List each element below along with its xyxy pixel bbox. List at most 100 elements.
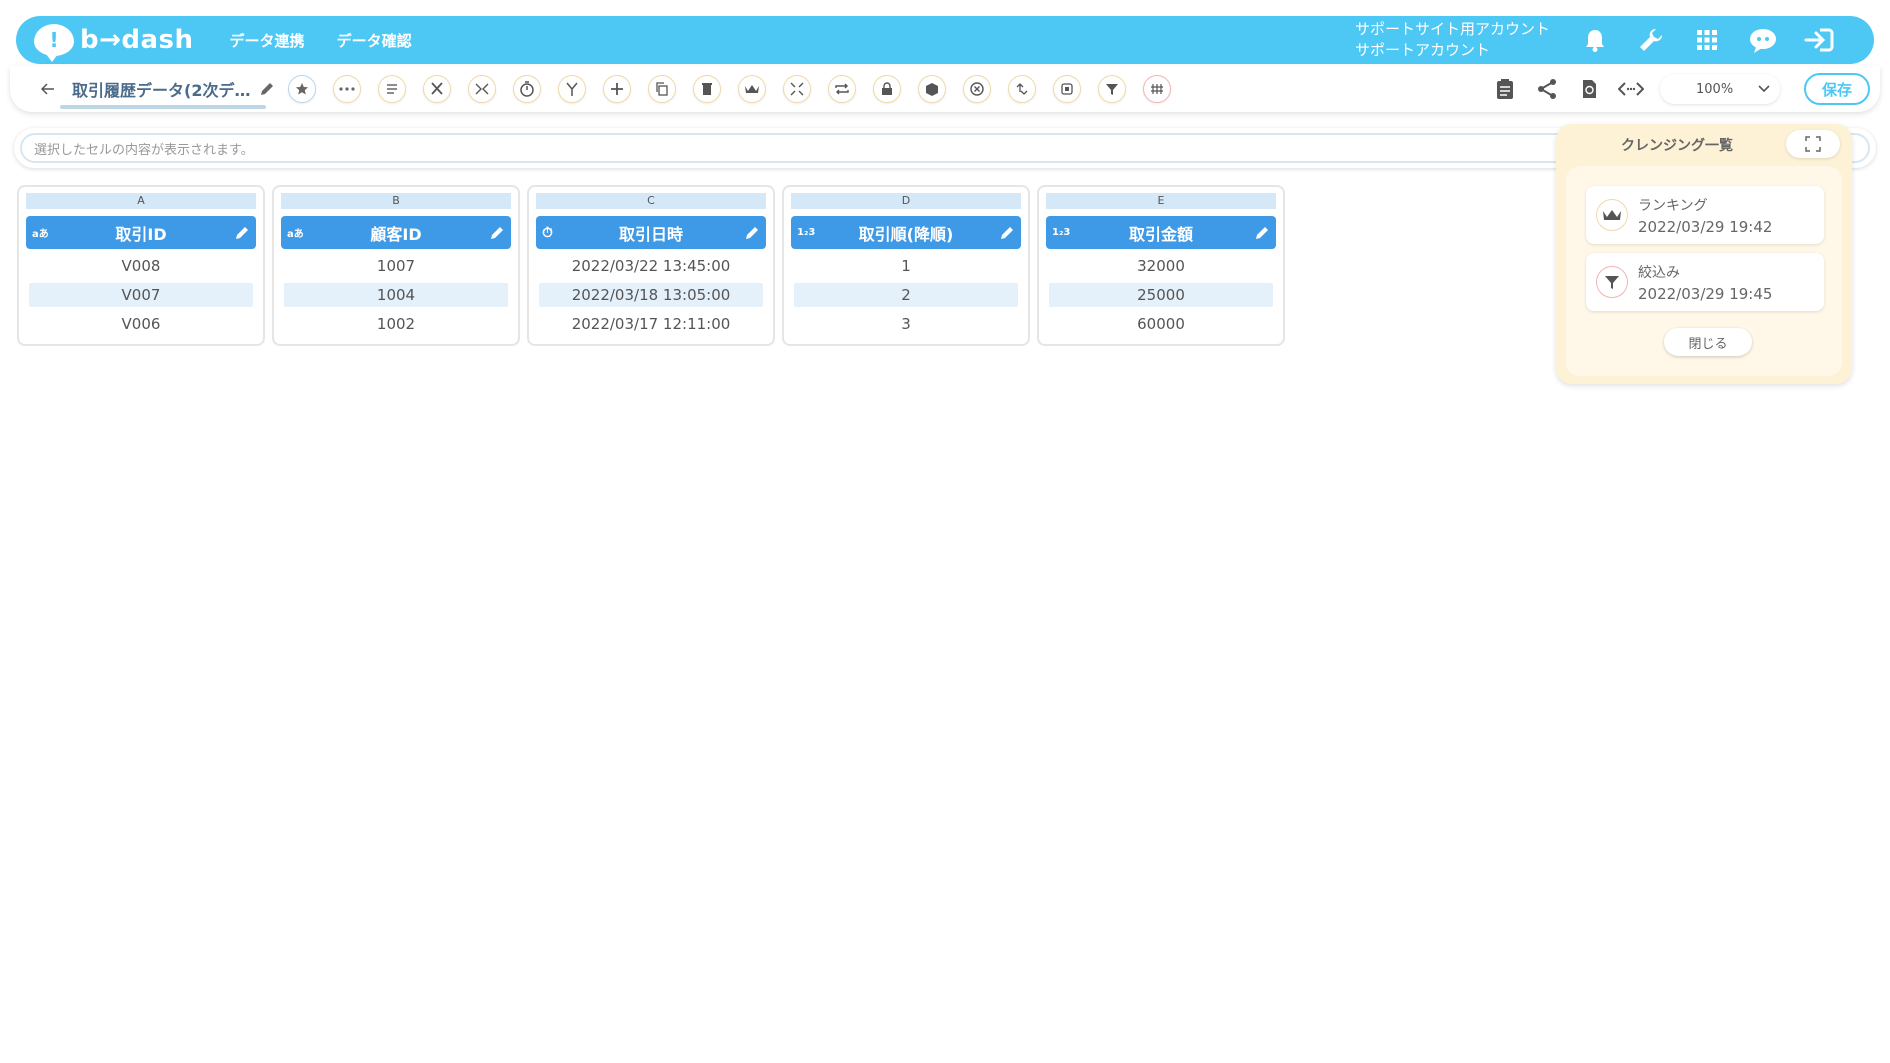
split-icon[interactable]: [558, 75, 587, 103]
box-icon[interactable]: [918, 75, 947, 103]
column-b: B aあ 顧客ID 1007 1004 1002: [272, 185, 520, 346]
column-name: 取引日時: [618, 224, 683, 244]
table-cell[interactable]: 1007: [281, 254, 511, 278]
x-circle-icon[interactable]: [963, 75, 992, 103]
zoom-select[interactable]: 100%: [1660, 74, 1780, 104]
cleansing-item-ranking[interactable]: ランキング 2022/03/29 19:42: [1586, 186, 1824, 244]
table-cell[interactable]: V006: [26, 312, 256, 336]
column-header[interactable]: aあ 取引ID: [26, 216, 256, 249]
nav-data-check[interactable]: データ確認: [337, 30, 412, 51]
data-columns: A aあ 取引ID V008 V007 V006 B aあ 顧客ID 1007 …: [17, 185, 1285, 346]
filter-icon: [1596, 266, 1628, 298]
column-name: 取引順(降順): [858, 224, 954, 244]
table-cell[interactable]: 3: [791, 312, 1021, 336]
column-header[interactable]: 1₂3 取引金額: [1046, 216, 1276, 249]
star-icon[interactable]: [288, 75, 317, 103]
column-e: E 1₂3 取引金額 32000 25000 60000: [1037, 185, 1285, 346]
cleansing-item-time: 2022/03/29 19:45: [1638, 284, 1773, 303]
pattern-icon[interactable]: [1143, 75, 1172, 103]
table-cell[interactable]: 32000: [1046, 254, 1276, 278]
column-letter[interactable]: C: [536, 193, 766, 209]
save-button[interactable]: 保存: [1804, 73, 1870, 105]
table-cell[interactable]: 2022/03/22 13:45:00: [536, 254, 766, 278]
scissors-icon[interactable]: [423, 75, 452, 103]
table-cell[interactable]: V007: [29, 283, 253, 307]
table-cell[interactable]: 60000: [1046, 312, 1276, 336]
lines-icon[interactable]: [378, 75, 407, 103]
column-name: 取引ID: [115, 224, 167, 244]
expand-icon: [1805, 136, 1821, 152]
column-c: C ⏱ 取引日時 2022/03/22 13:45:00 2022/03/18 …: [527, 185, 775, 346]
crown-icon[interactable]: [738, 75, 767, 103]
chat-icon[interactable]: [1748, 25, 1778, 55]
logo-text: b→dash: [80, 25, 194, 55]
plus-icon[interactable]: [603, 75, 632, 103]
cleansing-item-filter[interactable]: 絞込み 2022/03/29 19:45: [1586, 253, 1824, 311]
table-cell[interactable]: 1: [791, 254, 1021, 278]
column-name: 顧客ID: [370, 224, 422, 244]
cleansing-item-name: 絞込み: [1638, 264, 1680, 281]
toolbar: 取引履歴データ(2次デ… 100% 保存: [10, 66, 1880, 112]
repeat-icon[interactable]: [828, 75, 857, 103]
right-tools: 100% 保存: [1492, 73, 1870, 105]
logo[interactable]: ! b→dash: [34, 24, 194, 62]
toolbar-tools: [288, 75, 1172, 103]
table-cell[interactable]: 1004: [284, 283, 508, 307]
frame-icon[interactable]: [1053, 75, 1082, 103]
cleansing-item-time: 2022/03/29 19:42: [1638, 217, 1773, 236]
close-button[interactable]: 閉じる: [1664, 328, 1752, 356]
expand-button[interactable]: [1786, 130, 1840, 158]
sheet-title-wrap[interactable]: 取引履歴データ(2次デ…: [60, 77, 276, 109]
code-icon[interactable]: [1618, 76, 1644, 102]
table-cell[interactable]: 2022/03/17 12:11:00: [536, 312, 766, 336]
title-underline: [60, 105, 266, 109]
nav-data-integration[interactable]: データ連携: [230, 30, 305, 51]
copy-icon[interactable]: [648, 75, 677, 103]
back-arrow-icon[interactable]: [38, 79, 58, 99]
account-name: サポートサイト用アカウント: [1354, 20, 1550, 38]
grid-icon[interactable]: [1692, 25, 1722, 55]
replace-icon[interactable]: [1008, 75, 1037, 103]
card-text: 絞込み 2022/03/29 19:45: [1638, 262, 1772, 303]
table-cell[interactable]: 1002: [281, 312, 511, 336]
column-header[interactable]: aあ 顧客ID: [281, 216, 511, 249]
column-letter[interactable]: A: [26, 193, 256, 209]
share-icon[interactable]: [1534, 76, 1560, 102]
account-info[interactable]: サポートサイト用アカウント サポートアカウント: [1355, 19, 1550, 61]
top-header: ! b→dash データ連携 データ確認 サポートサイト用アカウント サポートア…: [16, 16, 1874, 64]
column-header[interactable]: ⏱ 取引日時: [536, 216, 766, 249]
main-nav: データ連携 データ確認: [230, 30, 412, 51]
cleansing-item-name: ランキング: [1638, 197, 1708, 214]
table-cell[interactable]: 2: [794, 283, 1018, 307]
clipboard-icon[interactable]: [1492, 76, 1518, 102]
zoom-value: 100%: [1696, 81, 1734, 97]
logo-bubble-icon: !: [34, 24, 74, 62]
bell-icon[interactable]: [1580, 25, 1610, 55]
table-cell[interactable]: V008: [26, 254, 256, 278]
shrink-icon[interactable]: [783, 75, 812, 103]
trash-icon[interactable]: [693, 75, 722, 103]
column-letter[interactable]: B: [281, 193, 511, 209]
column-name: 取引金額: [1128, 224, 1193, 244]
column-letter[interactable]: D: [791, 193, 1021, 209]
crown-icon: [1596, 199, 1628, 231]
table-cell[interactable]: 25000: [1049, 283, 1273, 307]
sheet-title: 取引履歴データ(2次デ…: [72, 81, 251, 100]
logout-icon[interactable]: [1804, 25, 1834, 55]
cleansing-panel: クレンジング一覧 ランキング 2022/03/29 19:42 絞込み 2022…: [1556, 124, 1852, 384]
panel-list: ランキング 2022/03/29 19:42 絞込み 2022/03/29 19…: [1566, 166, 1842, 376]
pencil-icon[interactable]: [258, 80, 276, 98]
filter-icon[interactable]: [1098, 75, 1127, 103]
history-icon[interactable]: [1576, 76, 1602, 102]
chevron-down-icon: [1758, 85, 1770, 93]
column-letter[interactable]: E: [1046, 193, 1276, 209]
lock-icon[interactable]: [873, 75, 902, 103]
wrench-icon[interactable]: [1636, 25, 1666, 55]
timer-icon[interactable]: [513, 75, 542, 103]
column-a: A aあ 取引ID V008 V007 V006: [17, 185, 265, 346]
card-text: ランキング 2022/03/29 19:42: [1638, 195, 1772, 236]
column-header[interactable]: 1₂3 取引順(降順): [791, 216, 1021, 249]
dots-icon[interactable]: [333, 75, 362, 103]
table-cell[interactable]: 2022/03/18 13:05:00: [539, 283, 763, 307]
merge-icon[interactable]: [468, 75, 497, 103]
